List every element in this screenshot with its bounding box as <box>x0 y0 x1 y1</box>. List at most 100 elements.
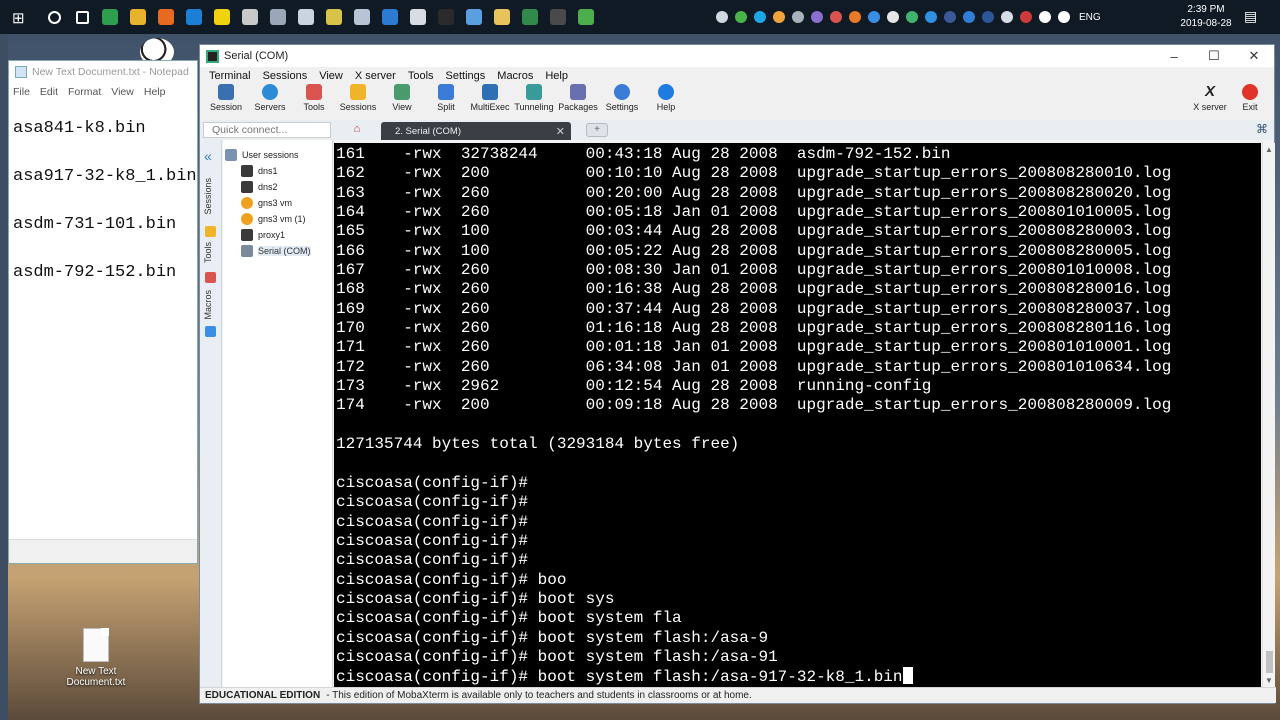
collapse-sidebar-icon[interactable]: « <box>204 148 212 164</box>
terminal-scrollbar[interactable]: ▲ ▼ <box>1262 143 1275 687</box>
taskbar-app-button[interactable] <box>516 0 544 34</box>
notepad-menu-edit[interactable]: Edit <box>40 86 58 98</box>
vtab-macros[interactable]: Macros <box>203 290 219 320</box>
notepad-menu-view[interactable]: View <box>111 86 134 98</box>
tray-item[interactable] <box>826 0 845 34</box>
menu-tools[interactable]: Tools <box>402 70 440 82</box>
notepad-text-area[interactable]: asa841-k8.bin asa917-32-k8_1.bin asdm-73… <box>9 101 197 301</box>
scroll-thumb[interactable] <box>1266 651 1273 673</box>
tab-serial-com[interactable]: 2. Serial (COM) ✕ <box>381 122 571 140</box>
toolbar-packages-button[interactable]: Packages <box>556 84 600 112</box>
tray-item[interactable] <box>788 0 807 34</box>
mobaxterm-window[interactable]: Serial (COM) – ☐ ✕ Terminal Sessions Vie… <box>199 44 1276 704</box>
vtab-tools[interactable]: Tools <box>203 242 219 263</box>
notification-center-icon[interactable]: ▤ <box>1244 8 1257 25</box>
maximize-button[interactable]: ☐ <box>1194 45 1234 67</box>
toolbar-multiexec-button[interactable]: MultiExec <box>468 84 512 112</box>
menu-terminal[interactable]: Terminal <box>203 70 257 82</box>
taskbar-app-button[interactable] <box>124 0 152 34</box>
menu-help[interactable]: Help <box>539 70 574 82</box>
taskbar-app-button[interactable] <box>40 0 68 34</box>
scroll-down-icon[interactable]: ▼ <box>1265 676 1273 685</box>
taskbar-app-button[interactable] <box>292 0 320 34</box>
tray-item[interactable] <box>978 0 997 34</box>
tray-item[interactable] <box>712 0 731 34</box>
taskbar-clock[interactable]: 2:39 PM 2019-08-28 <box>1176 3 1236 31</box>
tray-item[interactable] <box>921 0 940 34</box>
taskbar-app-button[interactable] <box>180 0 208 34</box>
terminal-output[interactable]: 161 -rwx 32738244 00:43:18 Aug 28 2008 a… <box>334 143 1261 687</box>
tray-item[interactable] <box>769 0 788 34</box>
session-item[interactable]: gns3 vm <box>223 195 332 211</box>
toolbar-session-button[interactable]: Session <box>204 84 248 112</box>
exit-button[interactable]: Exit <box>1230 84 1270 112</box>
toolbar-tunneling-button[interactable]: Tunneling <box>512 84 556 112</box>
tray-item[interactable] <box>1016 0 1035 34</box>
toolbar-servers-button[interactable]: Servers <box>248 84 292 112</box>
tray-item[interactable] <box>959 0 978 34</box>
notepad-titlebar[interactable]: New Text Document.txt - Notepad <box>9 61 197 83</box>
tray-item[interactable] <box>883 0 902 34</box>
tray-item[interactable] <box>731 0 750 34</box>
menu-macros[interactable]: Macros <box>491 70 539 82</box>
taskbar-app-button[interactable] <box>320 0 348 34</box>
session-item[interactable]: dns1 <box>223 163 332 179</box>
xserver-button[interactable]: X X server <box>1188 84 1232 113</box>
vtab-sessions[interactable]: Sessions <box>203 178 219 215</box>
notepad-window[interactable]: New Text Document.txt - Notepad File Edi… <box>8 60 198 564</box>
tray-item[interactable] <box>864 0 883 34</box>
taskbar-app-button[interactable] <box>96 0 124 34</box>
notepad-menu-format[interactable]: Format <box>68 86 101 98</box>
toolbar-split-button[interactable]: Split <box>424 84 468 112</box>
tray-item[interactable] <box>997 0 1016 34</box>
start-button[interactable]: ⊞ <box>0 0 40 34</box>
toolbar-help-button[interactable]: Help <box>644 84 688 112</box>
close-button[interactable]: ✕ <box>1234 45 1274 67</box>
session-item[interactable]: gns3 vm (1) <box>223 211 332 227</box>
tray-item[interactable] <box>807 0 826 34</box>
session-item[interactable]: proxy1 <box>223 227 332 243</box>
toolbar-settings-button[interactable]: Settings <box>600 84 644 112</box>
tray-item[interactable] <box>1054 0 1073 34</box>
taskbar-app-button[interactable] <box>460 0 488 34</box>
taskbar-app-button[interactable] <box>432 0 460 34</box>
tray-item[interactable] <box>902 0 921 34</box>
menu-view[interactable]: View <box>313 70 349 82</box>
home-tab-icon[interactable]: ⌂ <box>346 123 368 139</box>
taskbar-app-button[interactable] <box>572 0 600 34</box>
taskbar-app-button[interactable] <box>152 0 180 34</box>
taskbar-app-button[interactable] <box>208 0 236 34</box>
tray-item[interactable] <box>750 0 769 34</box>
taskbar-app-button[interactable] <box>488 0 516 34</box>
menu-sessions[interactable]: Sessions <box>257 70 314 82</box>
notepad-menu-help[interactable]: Help <box>144 86 166 98</box>
session-item[interactable]: dns2 <box>223 179 332 195</box>
session-item[interactable]: Serial (COM) <box>223 243 332 259</box>
taskbar-app-button[interactable] <box>348 0 376 34</box>
toolbar-sessions-button[interactable]: Sessions <box>336 84 380 112</box>
mobaxterm-titlebar[interactable]: Serial (COM) – ☐ ✕ <box>200 45 1274 67</box>
menu-x-server[interactable]: X server <box>349 70 402 82</box>
minimize-button[interactable]: – <box>1154 45 1194 67</box>
tray-item[interactable] <box>845 0 864 34</box>
scroll-up-icon[interactable]: ▲ <box>1265 145 1273 154</box>
new-tab-button[interactable]: + <box>586 123 608 137</box>
tray-item[interactable] <box>940 0 959 34</box>
taskbar-app-button[interactable] <box>376 0 404 34</box>
notepad-menu-file[interactable]: File <box>13 86 30 98</box>
desktop-file-icon[interactable]: New Text Document.txt <box>60 628 132 688</box>
taskbar-app-button[interactable] <box>236 0 264 34</box>
attachment-icon[interactable]: ⌘ <box>1256 122 1268 136</box>
tray-item[interactable] <box>1035 0 1054 34</box>
taskbar-app-button[interactable] <box>404 0 432 34</box>
toolbar-view-button[interactable]: View <box>380 84 424 112</box>
taskbar-app-button[interactable] <box>68 0 96 34</box>
tab-close-icon[interactable]: ✕ <box>556 125 565 138</box>
menu-settings[interactable]: Settings <box>440 70 492 82</box>
quick-connect-input[interactable] <box>203 122 331 138</box>
sessions-root[interactable]: User sessions <box>223 147 332 163</box>
language-indicator[interactable]: ENG <box>1079 12 1101 23</box>
taskbar-app-button[interactable] <box>264 0 292 34</box>
taskbar-app-button[interactable] <box>544 0 572 34</box>
toolbar-tools-button[interactable]: Tools <box>292 84 336 112</box>
